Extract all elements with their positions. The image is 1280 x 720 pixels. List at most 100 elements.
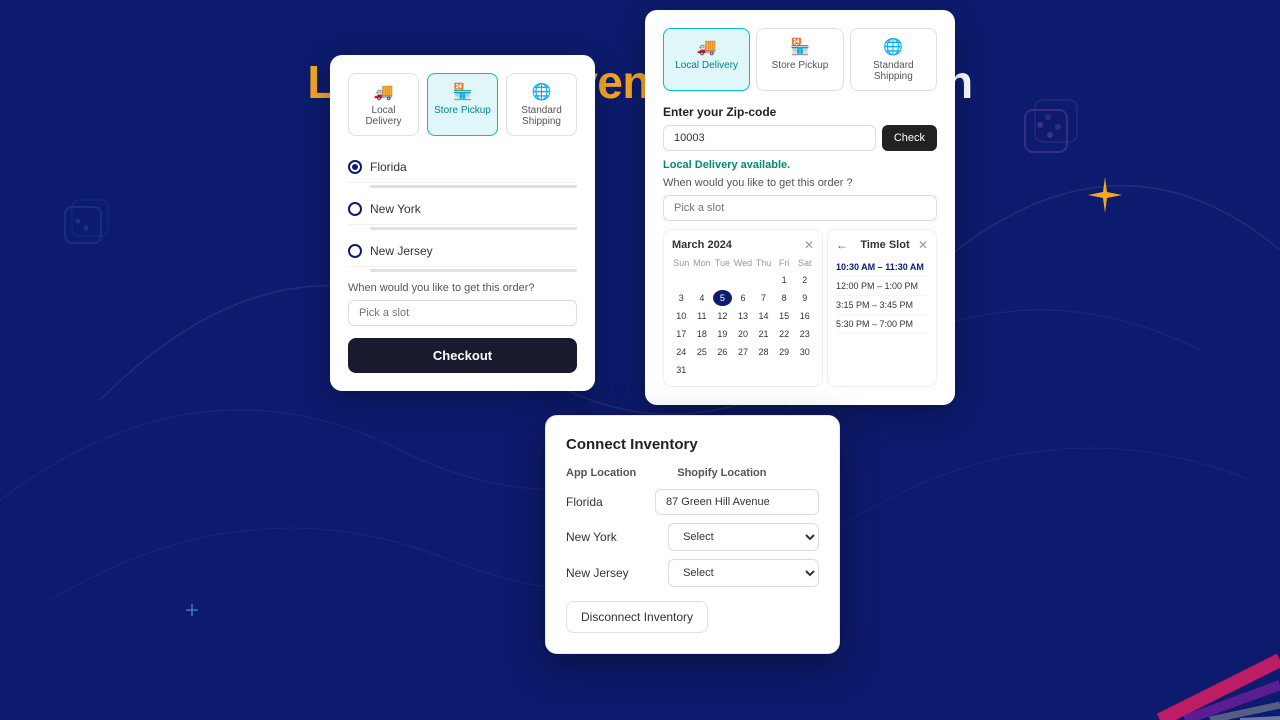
right-delivery-tabs: 🚚 Local Delivery 🏪 Store Pickup 🌐 Standa… bbox=[663, 28, 937, 91]
cal-day[interactable]: 13 bbox=[734, 308, 753, 324]
florida-location-label: Florida bbox=[566, 495, 645, 509]
new-york-bar bbox=[370, 227, 577, 230]
cal-day bbox=[754, 272, 773, 288]
tab-local-delivery-right[interactable]: 🚚 Local Delivery bbox=[663, 28, 750, 91]
new-york-location-label: New York bbox=[566, 530, 658, 544]
cal-day[interactable]: 28 bbox=[754, 344, 773, 360]
cal-close-icon[interactable]: ✕ bbox=[804, 238, 814, 252]
cal-day[interactable]: 27 bbox=[734, 344, 753, 360]
modal-title: Connect Inventory bbox=[566, 436, 819, 453]
florida-shopify-input[interactable] bbox=[655, 489, 819, 515]
radio-new-york bbox=[348, 202, 362, 216]
cal-day[interactable]: 16 bbox=[795, 308, 814, 324]
cal-day[interactable]: 5 bbox=[713, 290, 732, 306]
checkout-button[interactable]: Checkout bbox=[348, 338, 577, 373]
cal-day[interactable]: 4 bbox=[693, 290, 712, 306]
cal-day bbox=[693, 272, 712, 288]
cal-day bbox=[713, 272, 732, 288]
when-order-label-right: When would you like to get this order ? bbox=[663, 177, 937, 189]
store-icon-right: 🏪 bbox=[761, 37, 838, 57]
cal-day[interactable]: 30 bbox=[795, 344, 814, 360]
cal-day[interactable]: 15 bbox=[775, 308, 794, 324]
zipcode-input[interactable] bbox=[663, 125, 876, 151]
radio-florida bbox=[348, 160, 362, 174]
tab-store-pickup-right[interactable]: 🏪 Store Pickup bbox=[756, 28, 843, 91]
cal-day[interactable]: 14 bbox=[754, 308, 773, 324]
modal-row-new-jersey: New Jersey Select bbox=[566, 559, 819, 587]
connect-inventory-modal: Connect Inventory App Location Shopify L… bbox=[545, 415, 840, 654]
cal-day[interactable]: 11 bbox=[693, 308, 712, 324]
time-slot-item-2[interactable]: 12:00 PM – 1:00 PM bbox=[836, 277, 928, 296]
truck-icon-left: 🚚 bbox=[353, 82, 414, 102]
new-jersey-shopify-select[interactable]: Select bbox=[668, 559, 819, 587]
right-delivery-card: 🚚 Local Delivery 🏪 Store Pickup 🌐 Standa… bbox=[645, 10, 955, 405]
cal-day[interactable]: 23 bbox=[795, 326, 814, 342]
cal-day[interactable]: 6 bbox=[734, 290, 753, 306]
cal-days: 1234567891011121314151617181920212223242… bbox=[672, 272, 814, 378]
cal-day[interactable]: 31 bbox=[672, 362, 691, 378]
tab-store-pickup-left[interactable]: 🏪 Store Pickup bbox=[427, 73, 498, 136]
cal-day[interactable]: 10 bbox=[672, 308, 691, 324]
calendar: March 2024 ✕ Sun Mon Tue Wed Thu Fri Sat… bbox=[663, 229, 823, 387]
pick-slot-input-right[interactable] bbox=[663, 195, 937, 221]
cal-day[interactable]: 21 bbox=[754, 326, 773, 342]
cal-header: March 2024 ✕ bbox=[672, 238, 814, 252]
star-decoration bbox=[1085, 175, 1125, 220]
cal-day[interactable]: 12 bbox=[713, 308, 732, 324]
location-new-jersey[interactable]: New Jersey bbox=[348, 236, 577, 267]
disconnect-inventory-button[interactable]: Disconnect Inventory bbox=[566, 601, 708, 633]
time-slot-item-3[interactable]: 3:15 PM – 3:45 PM bbox=[836, 296, 928, 315]
cal-day[interactable]: 2 bbox=[795, 272, 814, 288]
calendar-timeslot-container: March 2024 ✕ Sun Mon Tue Wed Thu Fri Sat… bbox=[663, 229, 937, 387]
check-button[interactable]: Check bbox=[882, 125, 937, 151]
truck-icon-right: 🚚 bbox=[668, 37, 745, 57]
tab-local-delivery-left[interactable]: 🚚 Local Delivery bbox=[348, 73, 419, 136]
cal-day[interactable]: 3 bbox=[672, 290, 691, 306]
left-delivery-tabs: 🚚 Local Delivery 🏪 Store Pickup 🌐 Standa… bbox=[348, 73, 577, 136]
cal-day[interactable]: 25 bbox=[693, 344, 712, 360]
cal-day[interactable]: 1 bbox=[775, 272, 794, 288]
cal-day[interactable]: 7 bbox=[754, 290, 773, 306]
cal-title: March 2024 bbox=[672, 239, 732, 251]
plus-decoration: + bbox=[185, 597, 199, 625]
cal-day[interactable]: 8 bbox=[775, 290, 794, 306]
new-jersey-location-label: New Jersey bbox=[566, 566, 658, 580]
cal-day[interactable]: 26 bbox=[713, 344, 732, 360]
when-order-label-left: When would you like to get this order? bbox=[348, 282, 577, 294]
zipcode-row: Check bbox=[663, 125, 937, 151]
cal-day[interactable]: 19 bbox=[713, 326, 732, 342]
tab-standard-shipping-left[interactable]: 🌐 Standard Shipping bbox=[506, 73, 577, 136]
zipcode-label: Enter your Zip-code bbox=[663, 105, 937, 119]
dice-icon-left bbox=[60, 195, 115, 255]
cal-day[interactable]: 17 bbox=[672, 326, 691, 342]
radio-new-jersey bbox=[348, 244, 362, 258]
globe-icon-left: 🌐 bbox=[511, 82, 572, 102]
time-slot-panel: ← Time Slot ✕ 10:30 AM – 11:30 AM 12:00 … bbox=[827, 229, 937, 387]
time-slot-item-1[interactable]: 10:30 AM – 11:30 AM bbox=[836, 258, 928, 277]
store-icon-left: 🏪 bbox=[432, 82, 493, 102]
col-app-header: App Location bbox=[566, 467, 667, 479]
cal-day[interactable]: 20 bbox=[734, 326, 753, 342]
florida-bar bbox=[370, 185, 577, 188]
tab-standard-shipping-right[interactable]: 🌐 Standard Shipping bbox=[850, 28, 937, 91]
ts-close-icon[interactable]: ✕ bbox=[918, 238, 928, 252]
location-list: Florida New York New Jersey bbox=[348, 152, 577, 272]
pick-slot-input-left[interactable] bbox=[348, 300, 577, 326]
cal-day[interactable]: 9 bbox=[795, 290, 814, 306]
location-florida[interactable]: Florida bbox=[348, 152, 577, 183]
cal-day[interactable]: 22 bbox=[775, 326, 794, 342]
modal-column-headers: App Location Shopify Location bbox=[566, 467, 819, 479]
page-title: Location-Driven Customization bbox=[0, 0, 1280, 109]
cal-day[interactable]: 29 bbox=[775, 344, 794, 360]
col-shopify-header: Shopify Location bbox=[677, 467, 819, 479]
new-york-shopify-select[interactable]: Select bbox=[668, 523, 819, 551]
cal-day bbox=[672, 272, 691, 288]
ts-header: ← Time Slot ✕ bbox=[836, 238, 928, 252]
cal-day[interactable]: 24 bbox=[672, 344, 691, 360]
ts-back-icon[interactable]: ← bbox=[836, 238, 848, 252]
time-slot-item-4[interactable]: 5:30 PM – 7:00 PM bbox=[836, 315, 928, 334]
location-new-york[interactable]: New York bbox=[348, 194, 577, 225]
cal-days-header: Sun Mon Tue Wed Thu Fri Sat bbox=[672, 258, 814, 268]
ts-title: Time Slot bbox=[860, 239, 909, 251]
cal-day[interactable]: 18 bbox=[693, 326, 712, 342]
